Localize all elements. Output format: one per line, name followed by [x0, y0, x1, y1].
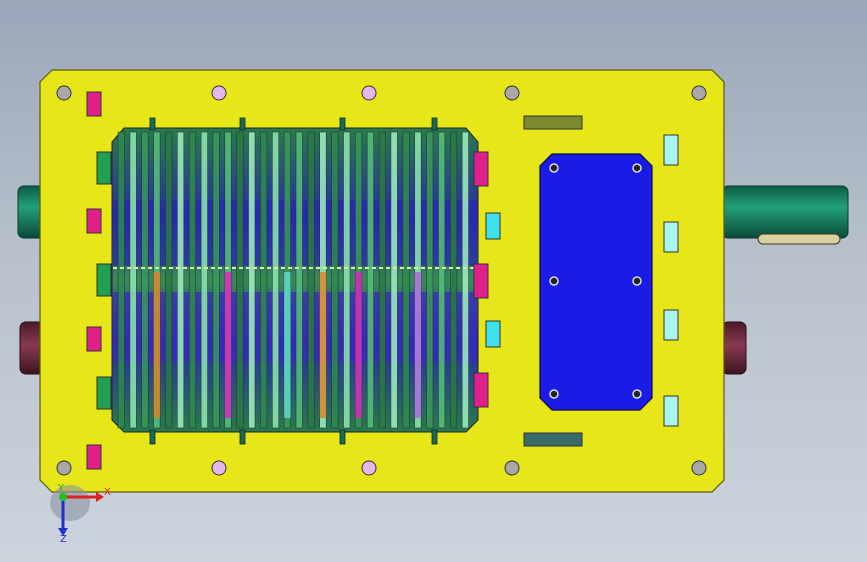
cutter-blade	[165, 131, 173, 429]
cutter-blade	[141, 131, 149, 429]
spacer-tab	[239, 117, 246, 131]
magenta-slot[interactable]	[473, 263, 489, 299]
bottom-bar[interactable]	[523, 432, 583, 447]
cutter-blade-highlight	[224, 272, 232, 418]
magenta-slot[interactable]	[86, 208, 102, 234]
green-slot[interactable]	[96, 151, 112, 185]
cutter-blade-highlight	[284, 272, 291, 418]
rotor-chamber[interactable]	[111, 127, 479, 433]
cutter-blade	[177, 131, 185, 429]
bolt-hole	[691, 85, 707, 101]
right-output-shaft[interactable]	[721, 185, 849, 239]
pin-hole	[211, 460, 227, 476]
x-axis-label: X	[104, 487, 111, 498]
cutter-blade-highlight	[319, 272, 327, 418]
cover-bolt	[632, 389, 642, 399]
bolt-hole	[691, 460, 707, 476]
bolt-hole	[56, 85, 72, 101]
triad-shadow	[50, 485, 90, 521]
magenta-slot[interactable]	[473, 151, 489, 187]
bolt-hole	[504, 85, 520, 101]
cutter-blade-highlight	[355, 272, 362, 418]
x-axis-head	[96, 492, 104, 502]
cutter-blade	[129, 131, 137, 429]
bolt-hole	[504, 460, 520, 476]
cutter-blade-highlight	[153, 272, 161, 418]
cutter-blade	[236, 131, 244, 429]
z-axis-label: Z	[60, 534, 67, 545]
magenta-slot[interactable]	[473, 372, 489, 408]
shredder-assembly-model[interactable]: X Y Z	[0, 0, 867, 562]
cutter-blade	[188, 131, 196, 429]
cutter-blade	[378, 131, 386, 429]
cutter-blade	[426, 131, 434, 429]
cutter-blade	[461, 131, 469, 429]
magenta-slot[interactable]	[86, 444, 102, 470]
cutter-blade	[449, 131, 458, 429]
y-axis-point	[59, 493, 67, 501]
pin-hole	[361, 85, 377, 101]
cutter-blade	[402, 131, 410, 429]
cutter-blade	[248, 131, 256, 429]
cutter-blade-highlight	[414, 272, 422, 418]
right-lower-boss[interactable]	[721, 321, 747, 375]
cyan-slot[interactable]	[663, 395, 679, 427]
cutter-blade	[117, 131, 125, 429]
spacer-tab	[431, 429, 438, 445]
pin-hole	[361, 460, 377, 476]
spacer-tab	[339, 429, 346, 445]
cutter-blade	[271, 131, 280, 429]
green-slot[interactable]	[96, 263, 112, 297]
magenta-slot[interactable]	[86, 326, 102, 352]
cover-bolt	[632, 276, 642, 286]
spacer-tab	[149, 429, 156, 445]
spacer-tab	[149, 117, 156, 131]
cover-bolt	[549, 163, 559, 173]
cutter-blade	[331, 131, 339, 429]
cover-bolt	[549, 389, 559, 399]
graphics-viewport[interactable]: X Y Z	[0, 0, 867, 562]
magenta-slot[interactable]	[86, 91, 102, 117]
cyan-slot[interactable]	[485, 320, 501, 348]
top-bar[interactable]	[523, 115, 583, 130]
green-slot[interactable]	[96, 376, 112, 410]
pin-hole	[211, 85, 227, 101]
cutter-blade	[390, 131, 398, 429]
cutter-blade	[200, 131, 208, 429]
spacer-tab	[339, 117, 346, 131]
cutter-blade	[307, 131, 315, 429]
cyan-slot[interactable]	[485, 212, 501, 240]
bearing-cover-plate[interactable]	[539, 153, 653, 411]
cutter-blade	[438, 131, 446, 429]
shaft-keyway	[757, 233, 841, 245]
cutter-blade	[295, 131, 303, 429]
spacer-tab	[239, 429, 246, 445]
cutter-blade	[212, 131, 220, 429]
cutter-blade	[343, 131, 351, 429]
right-shafts	[721, 185, 849, 375]
cutter-blade	[260, 131, 268, 429]
cyan-slot[interactable]	[663, 221, 679, 253]
cyan-slot[interactable]	[663, 309, 679, 341]
cover-bolt	[632, 163, 642, 173]
y-axis-label: Y	[57, 483, 65, 494]
bolt-hole	[56, 460, 72, 476]
spacer-tab	[431, 117, 438, 131]
cutter-blade	[366, 131, 375, 429]
cyan-slot[interactable]	[663, 134, 679, 166]
cover-bolt	[549, 276, 559, 286]
